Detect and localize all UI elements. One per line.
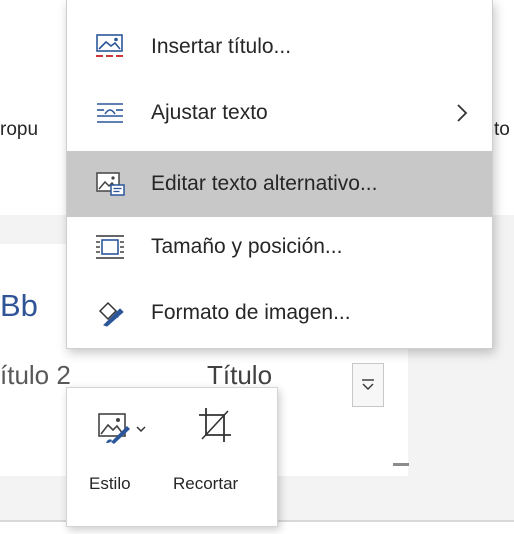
menu-item-label: Formato de imagen... [151,301,351,324]
background-text-fragment-left: ropu [0,119,39,140]
menu-item-label: Insertar título... [151,35,292,58]
background-text-fragment-right: to [494,119,510,140]
mini-toolbar: Estilo Recortar [66,387,278,527]
menu-item-edit-alt-text[interactable]: Editar texto alternativo... [67,151,492,217]
menu-item-insert-caption[interactable]: Insertar título... [67,14,492,80]
format-picture-icon [98,301,124,327]
crop-button[interactable]: Recortar [167,398,267,508]
wrap-text-icon [97,103,123,123]
picture-style-button[interactable]: Estilo [75,398,167,508]
chevron-right-icon [457,104,468,122]
menu-item-label: Tamaño y posición... [151,235,343,258]
size-position-icon [96,235,124,259]
menu-item-label: Editar texto alternativo... [151,172,378,195]
menu-item-size-position[interactable]: Tamaño y posición... [67,214,492,280]
style-preview-text: Bb [0,288,38,323]
crop-label: Recortar [173,474,239,493]
chevron-down-icon[interactable] [135,424,147,434]
style-heading2[interactable]: ítulo 2 [0,360,71,391]
context-menu: Insertar título... Ajustar texto Editar … [66,0,493,349]
menu-item-label: Ajustar texto [151,101,268,124]
gallery-more-icon [362,379,374,390]
alt-text-icon [96,172,125,196]
crop-icon [199,408,231,442]
ribbon-divider-mark [393,463,409,466]
menu-item-wrap-text[interactable]: Ajustar texto [67,80,492,146]
menu-item-format-picture[interactable]: Formato de imagen... [67,280,492,346]
picture-style-icon [98,413,130,444]
insert-caption-icon [96,34,123,57]
styles-gallery-expand-button[interactable] [352,363,384,407]
